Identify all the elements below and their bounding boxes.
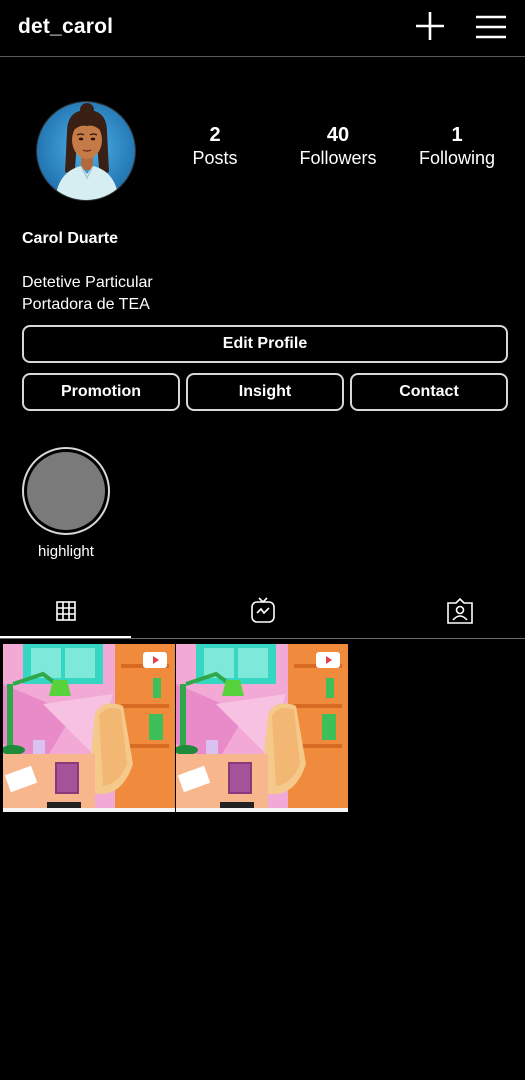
tab-igtv[interactable] <box>243 596 283 626</box>
igtv-icon <box>251 597 275 623</box>
followers-count-label: Followers <box>299 148 377 168</box>
new-post-button[interactable] <box>412 10 448 42</box>
following-count[interactable]: 1 Following <box>402 124 512 170</box>
following-count-label: Following <box>418 148 496 168</box>
tabs-divider <box>0 638 525 639</box>
tagged-person-icon <box>447 597 473 624</box>
bio-line: Detetive Particular <box>22 274 153 291</box>
edit-profile-button[interactable]: Edit Profile <box>22 325 508 363</box>
username-title[interactable]: det_carol <box>18 15 113 39</box>
highlight-ring <box>22 447 110 535</box>
avatar-illustration <box>37 102 135 200</box>
post-thumbnail[interactable] <box>176 644 348 812</box>
contact-button[interactable]: Contact <box>350 373 508 411</box>
highlight-label: highlight <box>38 543 94 560</box>
post-thumbnail[interactable] <box>3 644 175 812</box>
posts-count-label: Posts <box>192 148 238 168</box>
profile-display-name: Carol Duarte <box>22 230 119 247</box>
profile-tabs <box>0 590 525 640</box>
tab-grid[interactable] <box>46 596 86 626</box>
highlight-cover <box>27 452 105 530</box>
bio-line: Portadora de TEA <box>22 296 150 313</box>
story-highlight[interactable]: highlight <box>22 447 110 560</box>
plus-icon <box>416 12 444 40</box>
grid-icon <box>56 601 76 621</box>
profile-bio: Detetive Particular Portadora de TEA <box>22 272 153 316</box>
posts-count[interactable]: 2 Posts <box>160 124 270 170</box>
menu-button[interactable] <box>473 12 509 42</box>
following-count-value: 1 <box>451 124 463 146</box>
insight-button[interactable]: Insight <box>186 373 344 411</box>
profile-avatar[interactable] <box>36 101 136 201</box>
followers-count-value: 40 <box>326 124 350 146</box>
promotion-button[interactable]: Promotion <box>22 373 180 411</box>
tab-tagged[interactable] <box>440 596 480 626</box>
office-illustration <box>3 644 175 812</box>
posts-count-value: 2 <box>209 124 221 146</box>
office-illustration <box>176 644 348 812</box>
followers-count[interactable]: 40 Followers <box>283 124 393 170</box>
hamburger-menu-icon <box>476 15 506 39</box>
top-bar: det_carol <box>0 0 525 57</box>
